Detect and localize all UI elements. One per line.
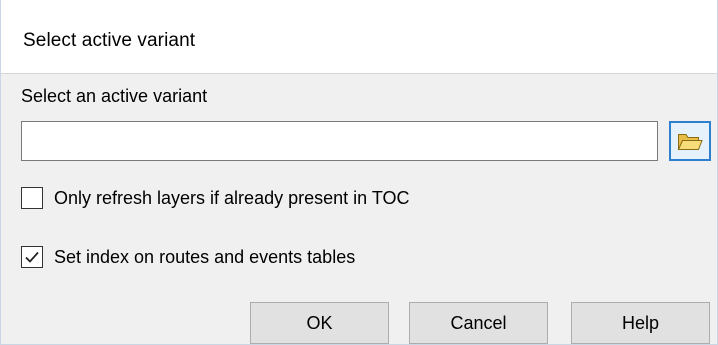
variant-path-input[interactable]: [21, 121, 658, 161]
set-index-checkbox[interactable]: [21, 246, 43, 268]
active-variant-label: Select an active variant: [21, 86, 208, 106]
ok-button[interactable]: OK: [250, 302, 389, 344]
refresh-layers-checkbox[interactable]: [21, 187, 43, 209]
folder-open-icon: [677, 130, 703, 152]
select-active-variant-dialog: Select active variant Select an active v…: [0, 0, 718, 345]
refresh-layers-label: Only refresh layers if already present i…: [54, 187, 410, 208]
set-index-option[interactable]: Set index on routes and events tables: [21, 246, 355, 268]
help-button[interactable]: Help: [571, 302, 710, 344]
title-bar[interactable]: Select active variant: [1, 0, 717, 74]
set-index-label: Set index on routes and events tables: [54, 246, 356, 267]
browse-button[interactable]: [669, 121, 711, 161]
dialog-title: Select active variant: [23, 30, 196, 51]
cancel-button[interactable]: Cancel: [409, 302, 548, 344]
checkmark-icon: [24, 250, 40, 264]
refresh-layers-option[interactable]: Only refresh layers if already present i…: [21, 187, 409, 209]
dialog-body: Select an active variant Only refresh la…: [1, 74, 717, 344]
